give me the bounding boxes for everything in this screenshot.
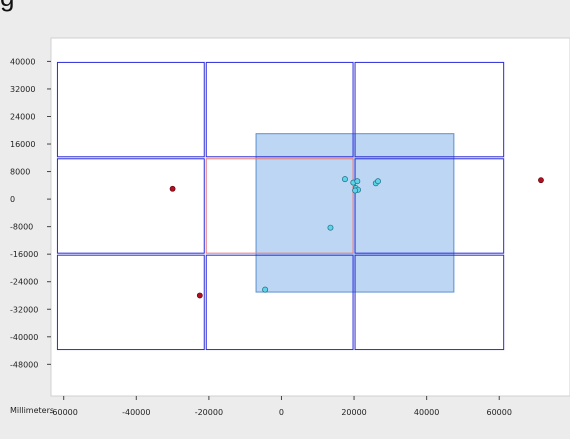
y-tick-label: 16000 xyxy=(10,140,35,149)
y-tick-label: 40000 xyxy=(10,57,35,66)
x-tick-label: 0 xyxy=(279,408,284,417)
outside-data-point[interactable] xyxy=(538,177,544,184)
x-axis: -60000 -40000 -20000 0 20000 40000 60000 xyxy=(50,396,512,417)
inside-data-point[interactable] xyxy=(327,224,334,231)
y-tick-label: 24000 xyxy=(10,112,35,121)
map-view-window: g 4000032000240001600080000-8000-16000-2… xyxy=(0,0,570,439)
y-tick-label: -40000 xyxy=(10,333,38,342)
inside-data-point[interactable] xyxy=(342,176,348,183)
x-tick-label: 40000 xyxy=(414,408,439,417)
y-axis: 40000 32000 24000 16000 8000 0 -8000 -16000 -240… xyxy=(10,57,51,369)
outside-data-point[interactable] xyxy=(196,292,203,299)
x-axis-unit-label: Millimeters xyxy=(10,406,55,415)
inside-data-point[interactable] xyxy=(354,178,361,185)
x-tick-label: -20000 xyxy=(195,408,223,417)
y-tick-label: 0 xyxy=(10,195,15,204)
x-tick-label: -40000 xyxy=(122,408,150,417)
y-tick-label: -24000 xyxy=(10,278,38,287)
x-tick-label: 20000 xyxy=(341,408,366,417)
inside-data-point[interactable] xyxy=(375,178,381,185)
y-tick-label: -8000 xyxy=(10,223,33,232)
inside-data-point[interactable] xyxy=(352,187,359,194)
y-tick-label: 8000 xyxy=(10,168,30,177)
outside-data-point[interactable] xyxy=(169,185,176,192)
plot-canvas[interactable]: 40000 32000 24000 16000 8000 0 -8000 -16000 -240… xyxy=(0,0,570,439)
y-tick-label: 32000 xyxy=(10,85,35,94)
y-tick-label: -16000 xyxy=(10,250,38,259)
y-tick-label: -32000 xyxy=(10,305,38,314)
y-tick-label: -48000 xyxy=(10,360,38,369)
x-tick-label: 60000 xyxy=(487,408,512,417)
inside-data-point[interactable] xyxy=(262,286,269,293)
